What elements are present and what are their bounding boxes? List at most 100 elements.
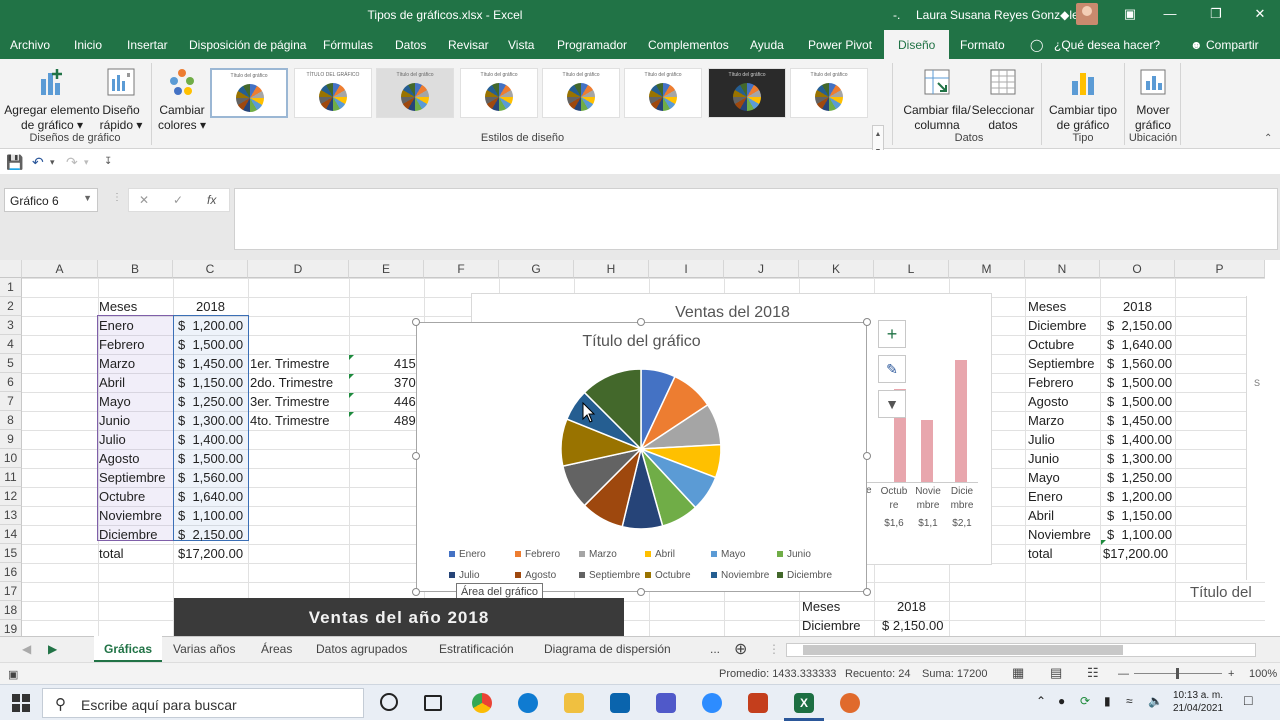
chart-style-8[interactable]: Título del gráfico (790, 68, 868, 118)
page-layout-icon[interactable]: ▤ (1050, 665, 1062, 681)
chart-area[interactable]: Título del gráfico Enero Febrero Marzo Abri… (416, 322, 867, 592)
save-icon[interactable]: 💾 (6, 154, 23, 171)
tell-me-search[interactable]: ¿Qué desea hacer? (1054, 38, 1160, 52)
legend-entry[interactable]: Abril (645, 549, 675, 560)
chrome-icon[interactable] (472, 693, 492, 713)
value-cell[interactable]: $ 2,150.00 (178, 525, 243, 544)
close-icon[interactable]: ✕ (1250, 6, 1270, 22)
value-cell[interactable]: $ 1,560.00 (178, 468, 243, 487)
chart-style-1[interactable]: Título del gráfico (210, 68, 288, 118)
resize-handle[interactable] (863, 452, 871, 460)
column-header[interactable]: P (1175, 260, 1265, 278)
page-break-icon[interactable]: ☷ (1087, 665, 1099, 681)
column-header[interactable]: J (724, 260, 799, 278)
header-months-sorted[interactable]: Meses (1028, 297, 1066, 316)
minimize-icon[interactable]: — (1160, 6, 1180, 21)
sheet-tab-datos-agrupados[interactable]: Datos agrupados (316, 642, 407, 656)
value-cell-sorted[interactable]: $ 1,500.00 (1107, 373, 1172, 392)
row-header[interactable]: 2 (0, 297, 22, 316)
row-header[interactable]: 6 (0, 373, 22, 392)
legend-entry[interactable]: Enero (449, 549, 486, 560)
tab-diseno[interactable]: Diseño (884, 30, 950, 59)
value-cell-sorted[interactable]: $ 1,150.00 (1107, 506, 1172, 525)
header-months[interactable]: Meses (99, 297, 137, 316)
maximize-icon[interactable]: ❐ (1206, 6, 1226, 22)
chart-style-2[interactable]: TÍTULO DEL GRÁFICO (294, 68, 372, 118)
quarter-label[interactable]: 1er. Trimestre (250, 354, 329, 373)
value-cell-sorted[interactable]: $ 1,640.00 (1107, 335, 1172, 354)
switch-row-column-button[interactable]: Cambiar fila/ columna (902, 67, 972, 133)
legend-entry[interactable]: Junio (777, 549, 811, 560)
row-header[interactable]: 3 (0, 316, 22, 335)
quarter-label[interactable]: 4to. Trimestre (250, 411, 329, 430)
row-value-bottom[interactable]: $ 2,150.00 (882, 616, 943, 635)
zoom-out-icon[interactable]: — (1118, 668, 1129, 680)
month-cell-sorted[interactable]: Agosto (1028, 392, 1068, 411)
name-box[interactable]: Gráfico 6 ▼ (4, 188, 98, 212)
excel-icon[interactable]: X (794, 693, 814, 713)
legend-entry[interactable]: Febrero (515, 549, 560, 560)
row-header[interactable]: 15 (0, 544, 22, 563)
month-cell[interactable]: Julio (99, 430, 126, 449)
scroll-thumb[interactable] (803, 645, 1123, 655)
quarter-label[interactable]: 3er. Trimestre (250, 392, 329, 411)
tab-revisar[interactable]: Revisar (448, 38, 489, 52)
wifi-icon[interactable]: ≈ (1126, 695, 1133, 708)
column-header[interactable]: A (22, 260, 98, 278)
resize-handle[interactable] (863, 318, 871, 326)
collapse-ribbon-icon[interactable]: ⌃ (1264, 133, 1272, 144)
chart-style-5[interactable]: Título del gráfico (542, 68, 620, 118)
month-cell-sorted[interactable]: Junio (1028, 449, 1059, 468)
resize-handle[interactable] (412, 588, 420, 596)
value-cell[interactable]: $ 1,150.00 (178, 373, 243, 392)
mail-icon[interactable] (610, 693, 630, 713)
value-cell[interactable]: $ 1,300.00 (178, 411, 243, 430)
tab-inicio[interactable]: Inicio (74, 38, 102, 52)
total-value[interactable]: $17,200.00 (178, 544, 243, 563)
column-header[interactable]: K (799, 260, 874, 278)
month-cell-sorted[interactable]: Diciembre (1028, 316, 1087, 335)
month-cell[interactable]: Octubre (99, 487, 145, 506)
tab-complementos[interactable]: Complementos (648, 38, 729, 52)
row-header[interactable]: 18 (0, 601, 22, 620)
move-chart-button[interactable]: Mover gráfico (1128, 67, 1178, 133)
value-cell[interactable]: $ 1,640.00 (178, 487, 243, 506)
teams-icon[interactable] (656, 693, 676, 713)
column-header[interactable]: H (574, 260, 649, 278)
month-cell-sorted[interactable]: Abril (1028, 506, 1054, 525)
header-year-bottom[interactable]: 2018 (874, 597, 949, 616)
banner-title[interactable]: Ventas del año 2018 (174, 598, 624, 638)
macro-record-icon[interactable]: ▣ (8, 668, 18, 681)
column-header[interactable]: N (1025, 260, 1100, 278)
row-header[interactable]: 9 (0, 430, 22, 449)
row-header[interactable]: 5 (0, 354, 22, 373)
prev-sheet-icon[interactable]: ◀ (22, 642, 31, 656)
change-colors-button[interactable]: Cambiar colores ▾ (156, 67, 208, 133)
month-cell[interactable]: Junio (99, 411, 130, 430)
value-cell[interactable]: $ 1,500.00 (178, 335, 243, 354)
legend-entry[interactable]: Agosto (515, 570, 556, 581)
sheet-tab-dispersion[interactable]: Diagrama de dispersión (544, 642, 671, 656)
month-cell-sorted[interactable]: Septiembre (1028, 354, 1094, 373)
taskbar-search-input[interactable]: ⚲ Escribe aquí para buscar (42, 688, 364, 718)
lightbulb-icon[interactable]: ◯ (1030, 38, 1043, 52)
file-explorer-icon[interactable] (564, 693, 584, 713)
quarter-value[interactable]: 415 (394, 354, 416, 373)
chart-elements-plus-icon[interactable]: + (878, 320, 906, 348)
value-cell-sorted[interactable]: $ 1,450.00 (1107, 411, 1172, 430)
resize-handle[interactable] (412, 452, 420, 460)
value-cell-sorted[interactable]: $ 1,200.00 (1107, 487, 1172, 506)
column-header[interactable]: L (874, 260, 949, 278)
legend-entry[interactable]: Octubre (645, 570, 691, 581)
resize-handle[interactable] (412, 318, 420, 326)
chart-filter-icon[interactable]: ▼ (878, 390, 906, 418)
next-sheet-icon[interactable]: ▶ (48, 642, 57, 656)
tab-insertar[interactable]: Insertar (127, 38, 168, 52)
row-header[interactable]: 14 (0, 525, 22, 544)
select-data-button[interactable]: Seleccionar datos (970, 67, 1036, 133)
resize-handle[interactable] (637, 588, 645, 596)
month-cell[interactable]: Agosto (99, 449, 139, 468)
column-header[interactable]: M (949, 260, 1025, 278)
value-cell[interactable]: $ 1,250.00 (178, 392, 243, 411)
month-cell[interactable]: Mayo (99, 392, 131, 411)
